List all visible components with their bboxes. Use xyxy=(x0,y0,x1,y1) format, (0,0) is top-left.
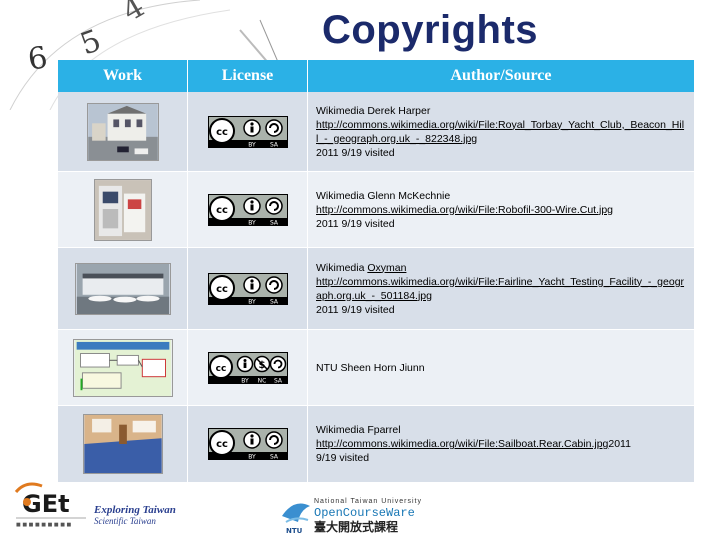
author-source-cell: Wikimedia Glenn McKechnie http://commons… xyxy=(308,172,694,247)
license-cell: cc $ BY NC SA xyxy=(188,330,308,405)
svg-text:6: 6 xyxy=(25,40,50,78)
author-name: Wikimedia Oxyman xyxy=(316,261,407,274)
yacht-club-building-image xyxy=(86,102,159,161)
footer-tagline: Exploring Taiwan Scientific Taiwan xyxy=(94,504,176,526)
table-row: cc BY SA Wikimedia Glenn McKechnie http:… xyxy=(58,172,694,248)
svg-text:5: 5 xyxy=(76,23,106,62)
svg-text:NTU: NTU xyxy=(286,527,303,535)
work-cell xyxy=(58,330,188,405)
svg-text:BY: BY xyxy=(241,377,249,384)
svg-text:SA: SA xyxy=(269,141,278,148)
ntu-name: National Taiwan University xyxy=(314,498,422,505)
table-row: cc $ BY NC SA NTU Sheen Horn Jiunn xyxy=(58,330,694,406)
author-name: NTU Sheen Horn Jiunn xyxy=(316,361,425,374)
cc-by-sa-badge-icon: cc BY SA xyxy=(207,272,288,305)
cc-by-nc-sa-badge-icon: cc $ BY NC SA xyxy=(207,351,288,384)
source-link[interactable]: http://commons.wikimedia.org/wiki/File:R… xyxy=(316,118,686,146)
cc-by-sa-badge-icon: cc BY SA xyxy=(207,193,288,226)
svg-text:cc: cc xyxy=(216,284,228,295)
license-cell: cc BY SA xyxy=(188,172,308,247)
work-cell xyxy=(58,172,188,247)
author-source-cell: NTU Sheen Horn Jiunn xyxy=(308,330,694,405)
svg-text:cc: cc xyxy=(216,127,228,138)
author-name: Wikimedia Fparrel xyxy=(316,424,401,436)
author-source-cell: Wikimedia Oxyman http://commons.wikimedi… xyxy=(308,248,694,329)
table-row: cc BY SA Wikimedia Derek Harper http://c… xyxy=(58,92,694,172)
table-row: cc BY SA Wikimedia Fparrel http://common… xyxy=(58,406,694,482)
svg-text:cc: cc xyxy=(215,364,226,374)
svg-text:cc: cc xyxy=(216,439,228,450)
cc-by-sa-badge-icon: cc BY SA xyxy=(207,115,288,148)
visited-date: 2011 9/19 visited xyxy=(316,217,395,230)
svg-text:NC: NC xyxy=(257,377,266,384)
visited-date: 2011 9/19 visited xyxy=(316,146,395,159)
cc-by-sa-badge-icon: cc BY SA xyxy=(207,428,288,461)
svg-text:SA: SA xyxy=(269,298,278,305)
ntu-chinese-label: 臺大開放式課程 xyxy=(314,520,399,534)
table-header: Work License Author/Source xyxy=(58,60,694,92)
svg-text:BY: BY xyxy=(248,219,256,226)
work-cell xyxy=(58,92,188,171)
work-cell xyxy=(58,406,188,482)
svg-text:SA: SA xyxy=(273,377,282,384)
table-row: cc BY SA Wikimedia Oxyman http://commons… xyxy=(58,248,694,330)
visited-year: 2011 xyxy=(608,438,631,450)
license-cell: cc BY SA xyxy=(188,406,308,482)
page-title: Copyrights xyxy=(321,8,539,52)
author-source-cell: Wikimedia Fparrel http://commons.wikimed… xyxy=(308,406,694,482)
svg-text:BY: BY xyxy=(248,141,256,148)
author-name: Wikimedia Derek Harper xyxy=(316,104,431,117)
svg-text:SA: SA xyxy=(269,219,278,226)
license-cell: cc BY SA xyxy=(188,92,308,171)
visited-date: 2011 9/19 visited xyxy=(316,303,395,316)
source-link[interactable]: http://commons.wikimedia.org/wiki/File:F… xyxy=(316,275,686,303)
svg-text:cc: cc xyxy=(216,205,228,216)
svg-text:SA: SA xyxy=(269,454,278,461)
header-license: License xyxy=(188,60,308,92)
author-source-cell: Wikimedia Derek Harper http://commons.wi… xyxy=(308,92,694,171)
sailboat-cabin-image xyxy=(82,414,163,474)
svg-text:BY: BY xyxy=(248,454,256,461)
license-cell: cc BY SA xyxy=(188,248,308,329)
work-cell xyxy=(58,248,188,329)
diagram-screenshot-image xyxy=(72,338,173,397)
get-logo-icon: GEt ■ ■ ■ ■ ■ ■ ■ ■ ■ xyxy=(14,482,86,528)
source-link[interactable]: http://commons.wikimedia.org/wiki/File:S… xyxy=(316,438,608,450)
tagline-exploring: Exploring Taiwan xyxy=(94,504,176,516)
svg-text:■ ■ ■ ■ ■ ■ ■ ■ ■: ■ ■ ■ ■ ■ ■ ■ ■ ■ xyxy=(16,522,72,528)
source-link[interactable]: http://commons.wikimedia.org/wiki/File:R… xyxy=(316,203,613,217)
copyright-table: Work License Author/Source cc BY SA Wiki… xyxy=(58,60,694,482)
svg-text:BY: BY xyxy=(248,298,256,305)
header-work: Work xyxy=(58,60,188,92)
wire-cut-machine-image xyxy=(93,178,152,241)
header-author-source: Author/Source xyxy=(450,67,552,84)
author-name: Wikimedia Glenn McKechnie xyxy=(316,189,451,202)
tagline-scientific: Scientific Taiwan xyxy=(94,516,156,526)
yacht-testing-facility-image xyxy=(74,262,171,315)
author-link[interactable]: Oxyman xyxy=(367,262,406,274)
visited-date: 9/19 visited xyxy=(316,452,370,464)
